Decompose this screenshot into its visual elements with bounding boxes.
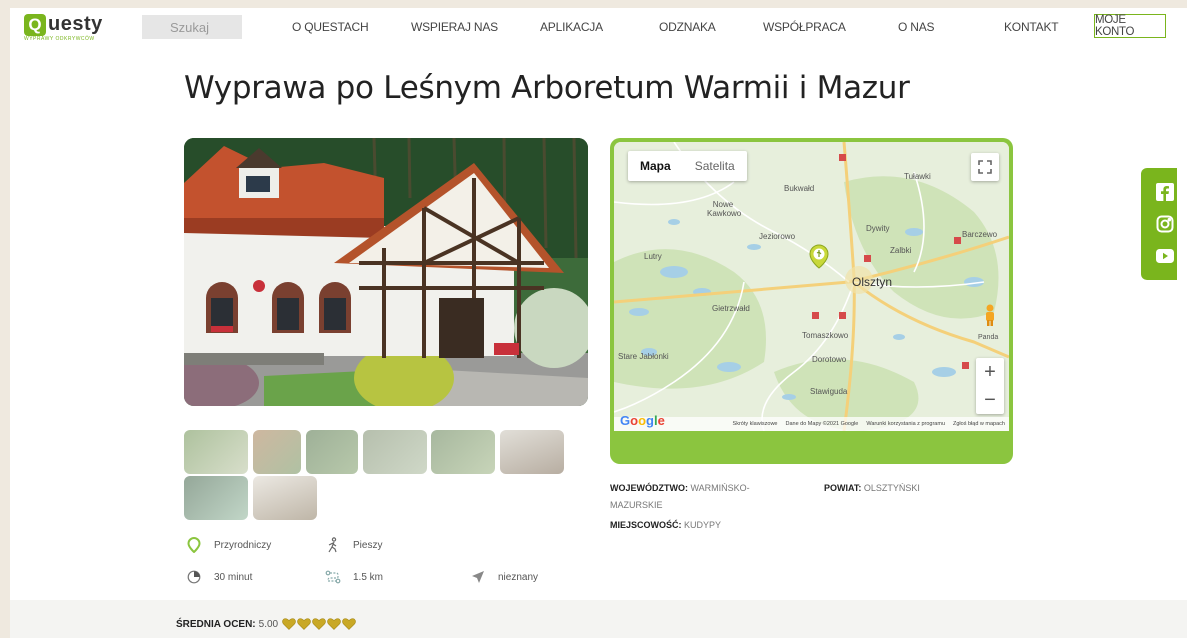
- instagram-icon[interactable]: [1155, 214, 1175, 234]
- map-label-city: Olsztyn: [852, 275, 893, 289]
- questy-logo[interactable]: Q uesty: [24, 14, 103, 36]
- nav-wspieraj-nas[interactable]: WSPIERAJ NAS: [411, 20, 498, 34]
- map-attribution: Skróty klawiszowe Dane do Mapy ©2021 Goo…: [614, 417, 1009, 431]
- map-shortcuts-link[interactable]: Skróty klawiszowe: [733, 421, 778, 427]
- thumbnail[interactable]: [431, 430, 495, 474]
- walking-person-icon: [325, 537, 341, 553]
- heart-icon: [297, 618, 311, 630]
- quest-main-photo: [184, 138, 588, 406]
- rating-value: 5.00: [258, 618, 279, 630]
- google-map[interactable]: Tuławki Bukwałd Nowe Kawkowo Jeziorowo D…: [614, 142, 1009, 431]
- voivodeship-label: WOJEWÓDZTWO:: [610, 483, 688, 493]
- rating-hearts: [282, 618, 356, 630]
- map-label: Zalbki: [890, 246, 912, 255]
- map-data-credit: Dane do Mapy ©2021 Google: [785, 421, 859, 427]
- attribute-mode: Pieszy: [325, 537, 382, 553]
- county-label: POWIAT:: [824, 483, 862, 493]
- direction-text: nieznany: [498, 571, 539, 583]
- thumbnail[interactable]: [500, 430, 564, 474]
- my-account-button[interactable]: MOJE KONTO: [1094, 14, 1166, 38]
- thumbnail[interactable]: [306, 430, 358, 474]
- pegman-icon[interactable]: [976, 302, 1004, 330]
- page-title: Wyprawa po Leśnym Arboretum Warmii i Maz…: [184, 70, 910, 106]
- heart-icon: [342, 618, 356, 630]
- county-value: OLSZTYŃSKI: [863, 483, 920, 493]
- map-tab-satellite[interactable]: Satelita: [683, 151, 747, 181]
- location-town: MIEJSCOWOŚĆ: KUDYPY: [610, 517, 721, 534]
- map-label: Stawiguda: [810, 387, 848, 396]
- attribute-category: Przyrodniczy: [186, 537, 271, 553]
- compass-arrow-icon: [470, 569, 486, 585]
- zoom-out-icon[interactable]: −: [984, 386, 996, 414]
- category-text: Przyrodniczy: [214, 539, 272, 551]
- mode-text: Pieszy: [353, 539, 383, 551]
- attribute-distance: 1.5 km: [325, 569, 383, 585]
- attribute-duration: 30 minut: [186, 569, 252, 585]
- map-label: Tomaszkowo: [802, 331, 849, 340]
- town-value: KUDYPY: [684, 520, 722, 530]
- map-label: Dywity: [866, 224, 890, 233]
- heart-icon: [282, 618, 296, 630]
- heart-icon: [327, 618, 341, 630]
- nav-kontakt[interactable]: KONTAKT: [1004, 20, 1059, 34]
- rating-label: ŚREDNIA OCEN:: [176, 618, 256, 630]
- nav-wspolpraca[interactable]: WSPÓŁPRACA: [763, 20, 846, 34]
- map-label: Tuławki: [904, 172, 931, 181]
- pegman-label: Panda: [978, 334, 999, 341]
- location-voivodeship: WOJEWÓDZTWO: WARMIŃSKO-MAZURSKIE: [610, 480, 790, 514]
- map-label: Barczewo: [962, 230, 998, 239]
- attribute-direction: nieznany: [470, 569, 538, 585]
- map-frame: Tuławki Bukwałd Nowe Kawkowo Jeziorowo D…: [610, 138, 1013, 464]
- thumbnail[interactable]: [184, 430, 248, 474]
- map-label: Jeziorowo: [759, 232, 796, 241]
- fullscreen-icon[interactable]: [971, 153, 999, 181]
- map-report-link[interactable]: Zgłoś błąd w mapach: [953, 421, 1005, 427]
- map-label: Lutry: [644, 252, 662, 261]
- map-label: Stare Jabłonki: [618, 352, 669, 361]
- facebook-icon[interactable]: [1155, 182, 1175, 202]
- map-label: Bukwałd: [784, 184, 815, 193]
- map-tab-map[interactable]: Mapa: [628, 151, 683, 181]
- nav-odznaka[interactable]: ODZNAKA: [659, 20, 716, 34]
- logo-wordmark: uesty: [48, 13, 103, 35]
- google-logo[interactable]: Google: [620, 413, 665, 428]
- town-label: MIEJSCOWOŚĆ:: [610, 520, 682, 530]
- thumbnail[interactable]: [253, 430, 301, 474]
- clock-icon: [186, 569, 202, 585]
- map-label: Nowe Kawkowo: [707, 200, 742, 218]
- distance-text: 1.5 km: [353, 571, 384, 583]
- route-icon: [325, 569, 341, 585]
- map-label: Gietrzwałd: [712, 304, 750, 313]
- social-sidebar: [1141, 168, 1177, 280]
- zoom-control: + −: [976, 358, 1004, 414]
- map-pin-icon: [186, 537, 202, 553]
- location-county: POWIAT: OLSZTYŃSKI: [824, 480, 920, 497]
- thumbnail[interactable]: [184, 476, 248, 520]
- average-rating: ŚREDNIA OCEN: 5.00: [176, 618, 356, 630]
- logo-mark: Q: [24, 14, 46, 36]
- thumbnail[interactable]: [363, 430, 427, 474]
- zoom-in-icon[interactable]: +: [984, 358, 996, 386]
- map-terms-link[interactable]: Warunki korzystania z programu: [866, 421, 945, 427]
- heart-icon: [312, 618, 326, 630]
- nav-aplikacja[interactable]: APLIKACJA: [540, 20, 603, 34]
- youtube-icon[interactable]: [1155, 246, 1175, 266]
- duration-text: 30 minut: [214, 571, 253, 583]
- map-label: Dorotowo: [812, 355, 847, 364]
- nav-o-questach[interactable]: O QUESTACH: [292, 20, 369, 34]
- search-input[interactable]: [142, 15, 242, 39]
- thumbnail[interactable]: [253, 476, 317, 520]
- nav-o-nas[interactable]: O NAS: [898, 20, 935, 34]
- map-type-tabs: Mapa Satelita: [628, 151, 747, 181]
- logo-tagline: WYPRAWY ODKRYWCÓW: [24, 36, 95, 42]
